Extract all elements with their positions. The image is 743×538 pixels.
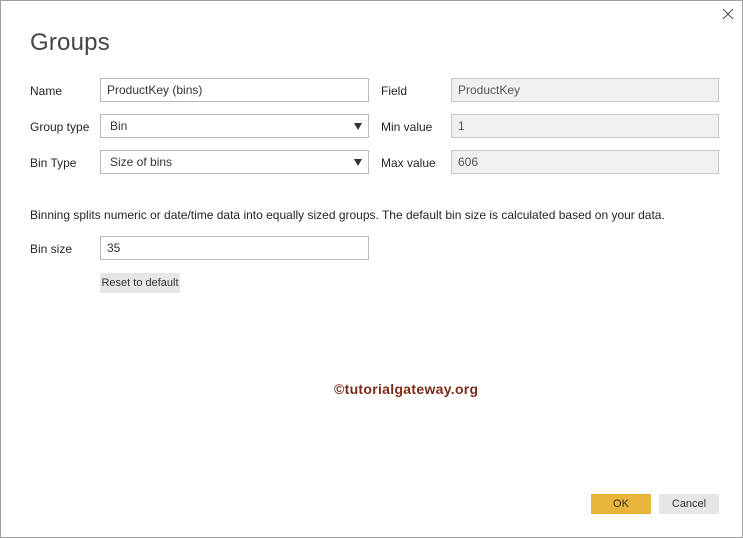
min-value-field: 1 — [451, 114, 719, 138]
dropdown-arrow-icon — [354, 159, 362, 166]
bin-type-dropdown[interactable]: Size of bins — [100, 150, 369, 174]
watermark-text: ©tutorialgateway.org — [334, 381, 479, 397]
min-value-label: Min value — [381, 120, 433, 134]
group-type-value: Bin — [110, 119, 128, 133]
ok-button[interactable]: OK — [591, 494, 651, 514]
name-label: Name — [30, 84, 63, 98]
max-value-label: Max value — [381, 156, 436, 170]
max-value-field: 606 — [451, 150, 719, 174]
name-input[interactable]: ProductKey (bins) — [100, 78, 369, 102]
group-type-dropdown[interactable]: Bin — [100, 114, 369, 138]
close-icon[interactable] — [719, 5, 737, 23]
field-label: Field — [381, 84, 408, 98]
binning-info-text: Binning splits numeric or date/time data… — [30, 208, 665, 222]
reset-to-default-button[interactable]: Reset to default — [100, 273, 180, 293]
groups-dialog: Groups Name ProductKey (bins) Field Prod… — [0, 0, 743, 538]
bin-type-value: Size of bins — [110, 155, 173, 169]
bin-size-label: Bin size — [30, 242, 73, 256]
cancel-button[interactable]: Cancel — [659, 494, 719, 514]
group-type-label: Group type — [30, 120, 90, 134]
field-value: ProductKey — [451, 78, 719, 102]
dialog-title: Groups — [30, 29, 110, 56]
bin-size-input[interactable]: 35 — [100, 236, 369, 260]
dropdown-arrow-icon — [354, 123, 362, 130]
bin-type-label: Bin Type — [30, 156, 77, 170]
